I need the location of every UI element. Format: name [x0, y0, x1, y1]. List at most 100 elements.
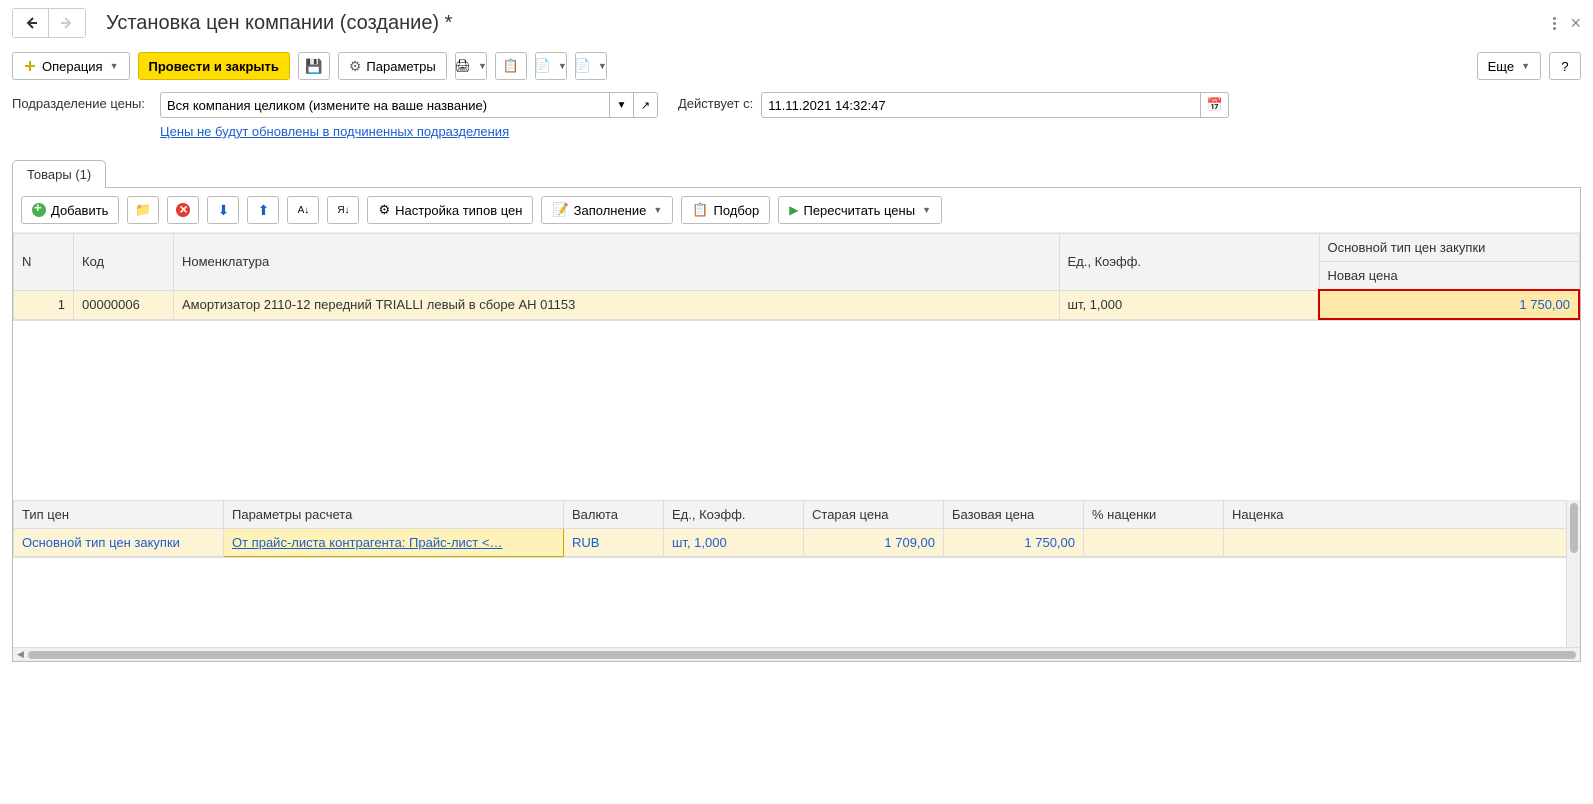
sort-asc-button[interactable]: А↓ [287, 196, 319, 224]
help-button[interactable]: ? [1549, 52, 1581, 80]
print-button[interactable]: 🖨 ▼ [455, 52, 487, 80]
calc-table: Тип цен Параметры расчета Валюта Ед., Ко… [13, 500, 1580, 557]
scroll-left-icon: ◀ [17, 649, 24, 660]
calendar-button[interactable]: 📅 [1201, 92, 1229, 118]
tab-products[interactable]: Товары (1) [12, 160, 106, 188]
table-row[interactable]: 1 00000006 Амортизатор 2110-12 передний … [14, 290, 1580, 319]
col-code[interactable]: Код [74, 234, 174, 291]
recalc-label: Пересчитать цены [803, 203, 915, 218]
calendar-icon: 📅 [1207, 97, 1223, 112]
col2-baseprice[interactable]: Базовая цена [944, 501, 1084, 529]
products-table: N Код Номенклатура Ед., Коэфф. Основной … [13, 233, 1580, 320]
col2-markup-pct[interactable]: % наценки [1084, 501, 1224, 529]
arrow-left-icon [24, 16, 38, 30]
copy-icon: 📋 [503, 58, 519, 74]
move-up-button[interactable]: ⬆ [247, 196, 279, 224]
col2-params[interactable]: Параметры расчета [224, 501, 564, 529]
scrollbar-thumb[interactable] [28, 651, 1576, 659]
col-pricetype[interactable]: Основной тип цен закупки [1319, 234, 1579, 262]
dropdown-arrow-icon: ▼ [1521, 61, 1530, 71]
more-button[interactable]: Еще ▼ [1477, 52, 1541, 80]
nav-back-button[interactable] [13, 9, 49, 37]
col-n[interactable]: N [14, 234, 74, 291]
cell2-baseprice: 1 750,00 [944, 529, 1084, 557]
sort-asc-icon: А↓ [298, 205, 310, 216]
gear-icon: ⚙ [349, 58, 362, 75]
post-close-button[interactable]: Провести и закрыть [138, 52, 290, 80]
import-icon: 📄 [575, 58, 591, 74]
dept-label: Подразделение цены: [12, 92, 152, 111]
move-down-button[interactable]: ⬇ [207, 196, 239, 224]
add-folder-button[interactable]: 📁 [127, 196, 159, 224]
cell-n: 1 [14, 290, 74, 319]
cell2-params-link: От прайс-листа контрагента: Прайс-лист <… [232, 535, 502, 550]
arrow-up-icon: ⬆ [258, 202, 270, 219]
date-input[interactable] [761, 92, 1201, 118]
operation-label: Операция [42, 59, 103, 74]
col-newprice[interactable]: Новая цена [1319, 262, 1579, 291]
play-icon: ▶ [789, 203, 798, 217]
dropdown-arrow-icon: ▼ [598, 61, 607, 71]
dropdown-arrow-icon: ▼ [478, 61, 487, 71]
folder-plus-icon: 📁 [135, 202, 151, 218]
col2-markup[interactable]: Наценка [1224, 501, 1580, 529]
export-icon: 📄 [535, 58, 551, 74]
save-button[interactable]: 💾 [298, 52, 330, 80]
dept-input[interactable] [160, 92, 610, 118]
params-button[interactable]: ⚙ Параметры [338, 52, 447, 80]
col2-unit[interactable]: Ед., Коэфф. [664, 501, 804, 529]
vertical-scrollbar[interactable] [1566, 500, 1580, 647]
fill-icon: 📝 [552, 202, 568, 218]
col-nomen[interactable]: Номенклатура [174, 234, 1060, 291]
dropdown-arrow-icon: ▼ [558, 61, 567, 71]
col2-currency[interactable]: Валюта [564, 501, 664, 529]
dropdown-arrow-icon: ▼ [110, 61, 119, 71]
cell2-unit: шт, 1,000 [664, 529, 804, 557]
operation-button[interactable]: Операция ▼ [12, 52, 130, 80]
copy-button[interactable]: 📋 [495, 52, 527, 80]
cell2-markup-pct [1084, 529, 1224, 557]
col2-oldprice[interactable]: Старая цена [804, 501, 944, 529]
calc-table-row[interactable]: Основной тип цен закупки От прайс-листа … [14, 529, 1580, 557]
cell-newprice[interactable]: 1 750,00 [1319, 290, 1579, 319]
more-label: Еще [1488, 59, 1514, 74]
close-button[interactable]: × [1570, 13, 1581, 34]
help-label: ? [1561, 59, 1568, 74]
scrollbar-thumb[interactable] [1570, 503, 1578, 553]
price-types-button[interactable]: ⚙ Настройка типов цен [367, 196, 533, 224]
add-button[interactable]: Добавить [21, 196, 119, 224]
dept-dropdown-button[interactable]: ▼ [610, 92, 634, 118]
fill-label: Заполнение [574, 203, 647, 218]
export-button[interactable]: 📄 ▼ [535, 52, 567, 80]
dept-warning-link[interactable]: Цены не будут обновлены в подчиненных по… [160, 124, 509, 139]
save-icon: 💾 [305, 58, 322, 75]
dropdown-arrow-icon: ▼ [653, 205, 662, 215]
pick-button[interactable]: 📋 Подбор [681, 196, 770, 224]
params-label: Параметры [366, 59, 435, 74]
kebab-menu-icon[interactable] [1553, 17, 1556, 30]
plus-icon [32, 203, 46, 217]
dept-open-button[interactable]: ↗ [634, 92, 658, 118]
fill-button[interactable]: 📝 Заполнение ▼ [541, 196, 673, 224]
cell-unit: шт, 1,000 [1059, 290, 1319, 319]
import-button[interactable]: 📄 ▼ [575, 52, 607, 80]
cell2-params[interactable]: От прайс-листа контрагента: Прайс-лист <… [224, 529, 564, 557]
col-unit[interactable]: Ед., Коэфф. [1059, 234, 1319, 291]
horizontal-scrollbar[interactable]: ◀ [13, 647, 1580, 661]
recalc-button[interactable]: ▶ Пересчитать цены ▼ [778, 196, 942, 224]
dropdown-arrow-icon: ▼ [922, 205, 931, 215]
pick-icon: 📋 [692, 202, 708, 218]
nav-forward-button[interactable] [49, 9, 85, 37]
post-close-label: Провести и закрыть [149, 59, 279, 74]
col2-type[interactable]: Тип цен [14, 501, 224, 529]
cell-nomen: Амортизатор 2110-12 передний TRIALLI лев… [174, 290, 1060, 319]
arrow-right-icon [60, 16, 74, 30]
printer-icon: 🖨 [455, 58, 472, 74]
delete-icon [176, 203, 190, 217]
delete-button[interactable] [167, 196, 199, 224]
cell2-type: Основной тип цен закупки [14, 529, 224, 557]
cell2-oldprice: 1 709,00 [804, 529, 944, 557]
grid-empty-area [13, 320, 1580, 500]
arrow-down-icon: ⬇ [218, 202, 230, 219]
sort-desc-button[interactable]: Я↓ [327, 196, 359, 224]
